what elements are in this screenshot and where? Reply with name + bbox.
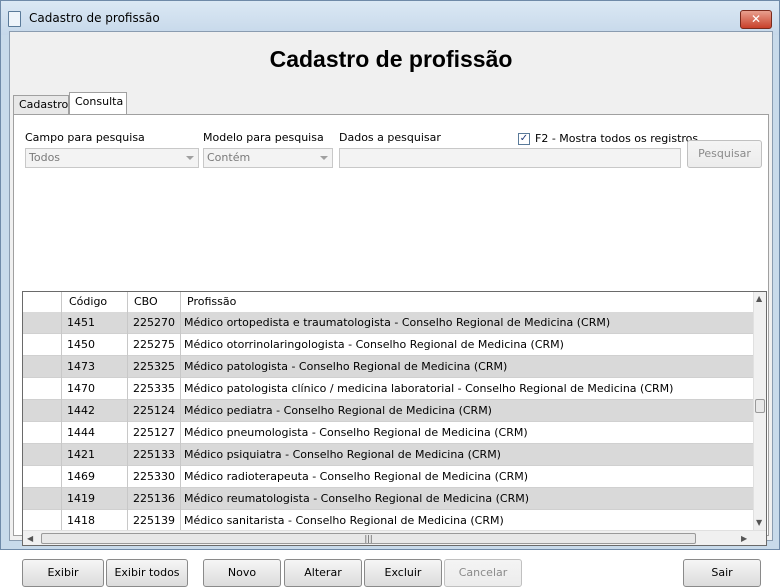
scroll-right-icon[interactable]: ▶ — [741, 534, 747, 543]
cell-codigo: 1469 — [67, 470, 95, 483]
tab-cadastro[interactable]: Cadastro — [13, 95, 69, 114]
form-client-area: Cadastro de profissão Cadastro Consulta … — [9, 31, 773, 587]
column-header-cbo[interactable]: CBO — [134, 292, 158, 312]
cell-codigo: 1470 — [67, 382, 95, 395]
search-button[interactable]: Pesquisar — [687, 140, 762, 168]
cell-codigo: 1451 — [67, 316, 95, 329]
cell-profissao: Médico sanitarista - Conselho Regional d… — [184, 514, 504, 527]
cell-profissao: Médico psiquiatra - Conselho Regional de… — [184, 448, 501, 461]
column-divider — [127, 292, 128, 532]
cell-cbo: 225124 — [133, 404, 175, 417]
cell-codigo: 1418 — [67, 514, 95, 527]
scroll-up-icon[interactable]: ▲ — [756, 294, 762, 303]
table-row[interactable]: 1469 225330 Médico radioterapeuta - Consel… — [23, 466, 753, 488]
cancelar-button[interactable]: Cancelar — [444, 559, 522, 587]
grid-header: Código CBO Profissão — [23, 292, 753, 313]
search-field-select[interactable]: Todos — [25, 148, 199, 168]
cell-profissao: Médico pediatra - Conselho Regional de M… — [184, 404, 492, 417]
horizontal-scrollbar[interactable]: ◀ ||| ▶ — [23, 530, 766, 545]
cell-profissao: Médico patologista clínico / medicina la… — [184, 382, 674, 395]
vertical-scrollbar[interactable]: ▲ ▼ — [753, 292, 766, 530]
cell-profissao: Médico otorrinolaringologista - Conselho… — [184, 338, 564, 351]
cell-cbo: 225275 — [133, 338, 175, 351]
table-row[interactable]: 1470 225335 Médico patologista clínico / m… — [23, 378, 753, 400]
search-field-value: Todos — [29, 151, 61, 164]
table-row[interactable]: 1451 225270 Médico ortopedista e traumatol… — [23, 312, 753, 334]
search-data-label: Dados a pesquisar — [339, 131, 441, 144]
cell-profissao: Médico radioterapeuta - Conselho Regiona… — [184, 470, 529, 483]
search-model-label: Modelo para pesquisa — [203, 131, 324, 144]
show-all-label: F2 - Mostra todos os registros — [535, 132, 699, 145]
horizontal-scroll-thumb[interactable]: ||| — [41, 533, 696, 544]
vertical-scroll-thumb[interactable] — [755, 399, 765, 413]
scroll-down-icon[interactable]: ▼ — [756, 518, 762, 527]
cell-cbo: 225133 — [133, 448, 175, 461]
table-row[interactable]: 1418 225139 Médico sanitarista - Conselho … — [23, 510, 753, 532]
cell-profissao: Médico ortopedista e traumatologista - C… — [184, 316, 611, 329]
app-icon — [8, 11, 21, 27]
tab-consulta[interactable]: Consulta — [69, 92, 127, 114]
column-divider — [180, 292, 181, 532]
search-field-label: Campo para pesquisa — [25, 131, 145, 144]
cell-codigo: 1444 — [67, 426, 95, 439]
cell-cbo: 225139 — [133, 514, 175, 527]
cell-profissao: Médico pneumologista - Conselho Regional… — [184, 426, 528, 439]
sair-button[interactable]: Sair — [683, 559, 761, 587]
cell-profissao: Médico patologista - Conselho Regional d… — [184, 360, 508, 373]
cell-cbo: 225330 — [133, 470, 175, 483]
excluir-button[interactable]: Excluir — [364, 559, 442, 587]
cell-codigo: 1421 — [67, 448, 95, 461]
table-row[interactable]: 1444 225127 Médico pneumologista - Conselh… — [23, 422, 753, 444]
title-bar[interactable]: Cadastro de profissão ✕ — [1, 1, 779, 35]
page-title: Cadastro de profissão — [269, 46, 513, 72]
exibir-todos-button[interactable]: Exibir todos — [106, 559, 188, 587]
alterar-button[interactable]: Alterar — [284, 559, 362, 587]
table-row[interactable]: 1421 225133 Médico psiquiatra - Conselho R… — [23, 444, 753, 466]
close-button[interactable]: ✕ — [740, 10, 772, 29]
chevron-down-icon — [186, 156, 194, 160]
exibir-button[interactable]: Exibir — [22, 559, 104, 587]
column-header-codigo[interactable]: Código — [69, 292, 107, 312]
table-row[interactable]: 1450 225275 Médico otorrinolaringologista … — [23, 334, 753, 356]
cell-codigo: 1419 — [67, 492, 95, 505]
cell-cbo: 225325 — [133, 360, 175, 373]
cell-codigo: 1473 — [67, 360, 95, 373]
search-model-value: Contém — [207, 151, 251, 164]
consulta-panel: Campo para pesquisa Todos Modelo para pe… — [13, 114, 769, 587]
table-row[interactable]: 1442 225124 Médico pediatra - Conselho Reg… — [23, 400, 753, 422]
cell-profissao: Médico reumatologista - Conselho Regiona… — [184, 492, 530, 505]
table-row[interactable]: 1419 225136 Médico reumatologista - Consel… — [23, 488, 753, 510]
app-window: Cadastro de profissão ✕ Cadastro de prof… — [0, 0, 780, 587]
cell-cbo: 225335 — [133, 382, 175, 395]
cell-cbo: 225127 — [133, 426, 175, 439]
column-header-profissao[interactable]: Profissão — [187, 292, 236, 312]
cell-cbo: 225136 — [133, 492, 175, 505]
results-grid: Código CBO Profissão 1451 225270 Médico or… — [22, 291, 767, 546]
window-title: Cadastro de profissão — [29, 11, 160, 25]
scroll-left-icon[interactable]: ◀ — [27, 534, 33, 543]
search-model-select[interactable]: Contém — [203, 148, 333, 168]
cell-codigo: 1450 — [67, 338, 95, 351]
novo-button[interactable]: Novo — [203, 559, 281, 587]
chevron-down-icon — [320, 156, 328, 160]
table-row[interactable]: 1473 225325 Médico patologista - Conselho … — [23, 356, 753, 378]
column-divider — [61, 292, 62, 532]
show-all-checkbox[interactable]: ✓ — [518, 133, 530, 145]
cell-cbo: 225270 — [133, 316, 175, 329]
cell-codigo: 1442 — [67, 404, 95, 417]
search-data-input[interactable] — [339, 148, 681, 168]
